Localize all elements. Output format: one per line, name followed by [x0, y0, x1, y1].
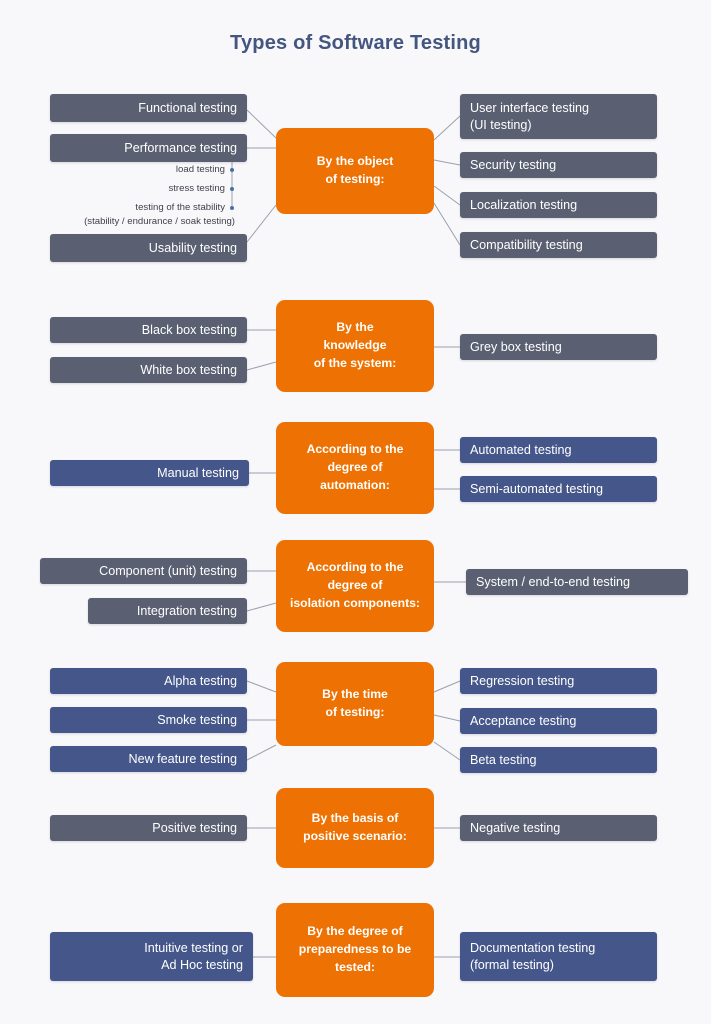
node-label: Intuitive testing or Ad Hoc testing — [144, 940, 243, 972]
node-label: Compatibility testing — [470, 237, 583, 252]
hub-label: According to the degree of isolation com… — [289, 560, 420, 610]
subitem-dot — [230, 168, 234, 172]
subitem-dot — [230, 187, 234, 191]
node-new-feature-testing[interactable]: New feature testing — [50, 746, 247, 772]
node-alpha-testing[interactable]: Alpha testing — [50, 668, 247, 694]
node-label: Negative testing — [470, 820, 561, 835]
node-compatibility-testing[interactable]: Compatibility testing — [460, 232, 657, 258]
node-manual-testing[interactable]: Manual testing — [50, 460, 249, 486]
node-label: System / end-to-end testing — [476, 574, 631, 589]
node-label: Alpha testing — [164, 673, 237, 688]
node-system-end-to-end-testing[interactable]: System / end-to-end testing — [466, 569, 688, 595]
node-label: Integration testing — [136, 603, 237, 618]
node-beta-testing[interactable]: Beta testing — [460, 747, 657, 773]
node-label: Regression testing — [470, 673, 575, 688]
hub-by-the-time-of-testing[interactable]: By the time of testing: — [276, 662, 434, 746]
node-white-box-testing[interactable]: White box testing — [50, 357, 247, 383]
node-performance-testing[interactable]: Performance testing — [50, 134, 247, 162]
node-label: Localization testing — [470, 197, 578, 212]
node-label: Semi-automated testing — [470, 481, 604, 496]
node-localization-testing[interactable]: Localization testing — [460, 192, 657, 218]
node-label: Acceptance testing — [470, 713, 577, 728]
node-negative-testing[interactable]: Negative testing — [460, 815, 657, 841]
hub-label: By the basis of positive scenario: — [303, 811, 407, 843]
hub-by-the-basis-of-positive-scenario[interactable]: By the basis of positive scenario: — [276, 788, 434, 868]
node-security-testing[interactable]: Security testing — [460, 152, 657, 178]
node-label: Component (unit) testing — [99, 563, 237, 578]
node-user-interface-testing[interactable]: User interface testing (UI testing) — [460, 94, 657, 139]
subitem-stress-testing: stress testing — [168, 183, 225, 194]
subitem-stability-detail: (stability / endurance / soak testing) — [84, 216, 235, 227]
node-integration-testing[interactable]: Integration testing — [88, 598, 247, 624]
node-label: Black box testing — [141, 322, 237, 337]
node-label: Usability testing — [148, 240, 237, 255]
node-semi-automated-testing[interactable]: Semi-automated testing — [460, 476, 657, 502]
hub-according-to-degree-of-automation[interactable]: According to the degree of automation: — [276, 422, 434, 514]
node-documentation-testing[interactable]: Documentation testing (formal testing) — [460, 932, 657, 981]
node-label: Positive testing — [152, 820, 237, 835]
hub-label: By the object of testing: — [316, 154, 394, 186]
node-label: Security testing — [470, 157, 557, 172]
node-intuitive-ad-hoc-testing[interactable]: Intuitive testing or Ad Hoc testing — [50, 932, 253, 981]
hub-by-the-object-of-testing[interactable]: By the object of testing: — [276, 128, 434, 214]
node-label: Documentation testing (formal testing) — [470, 940, 596, 972]
hub-by-the-degree-of-preparedness[interactable]: By the degree of preparedness to be test… — [276, 903, 434, 997]
node-smoke-testing[interactable]: Smoke testing — [50, 707, 247, 733]
hub-according-to-degree-of-isolation[interactable]: According to the degree of isolation com… — [276, 540, 434, 632]
subitem-dot — [230, 206, 234, 210]
node-label: Manual testing — [157, 465, 239, 480]
node-label: Beta testing — [470, 752, 537, 767]
diagram-canvas: Types of Software Testing Functional tes… — [0, 0, 711, 1024]
node-label: New feature testing — [128, 751, 237, 766]
node-automated-testing[interactable]: Automated testing — [460, 437, 657, 463]
node-label: User interface testing (UI testing) — [470, 100, 589, 132]
node-label: Automated testing — [470, 442, 572, 457]
node-grey-box-testing[interactable]: Grey box testing — [460, 334, 657, 360]
node-usability-testing[interactable]: Usability testing — [50, 234, 247, 262]
subitem-stability-testing: testing of the stability — [135, 202, 225, 213]
hub-label: By the knowledge of the system: — [313, 320, 397, 370]
node-label: Smoke testing — [157, 712, 237, 727]
node-label: White box testing — [140, 362, 237, 377]
subitem-load-testing: load testing — [175, 164, 225, 175]
node-label: Performance testing — [124, 140, 237, 155]
hub-label: By the degree of preparedness to be test… — [298, 924, 412, 974]
node-black-box-testing[interactable]: Black box testing — [50, 317, 247, 343]
page-title: Types of Software Testing — [230, 32, 481, 54]
node-acceptance-testing[interactable]: Acceptance testing — [460, 708, 657, 734]
node-label: Grey box testing — [470, 339, 562, 354]
hub-by-the-knowledge-of-the-system[interactable]: By the knowledge of the system: — [276, 300, 434, 392]
node-functional-testing[interactable]: Functional testing — [50, 94, 247, 122]
hub-label: By the time of testing: — [322, 687, 388, 719]
node-regression-testing[interactable]: Regression testing — [460, 668, 657, 694]
node-positive-testing[interactable]: Positive testing — [50, 815, 247, 841]
hub-label: According to the degree of automation: — [306, 442, 404, 492]
node-label: Functional testing — [138, 100, 237, 115]
node-component-unit-testing[interactable]: Component (unit) testing — [40, 558, 247, 584]
